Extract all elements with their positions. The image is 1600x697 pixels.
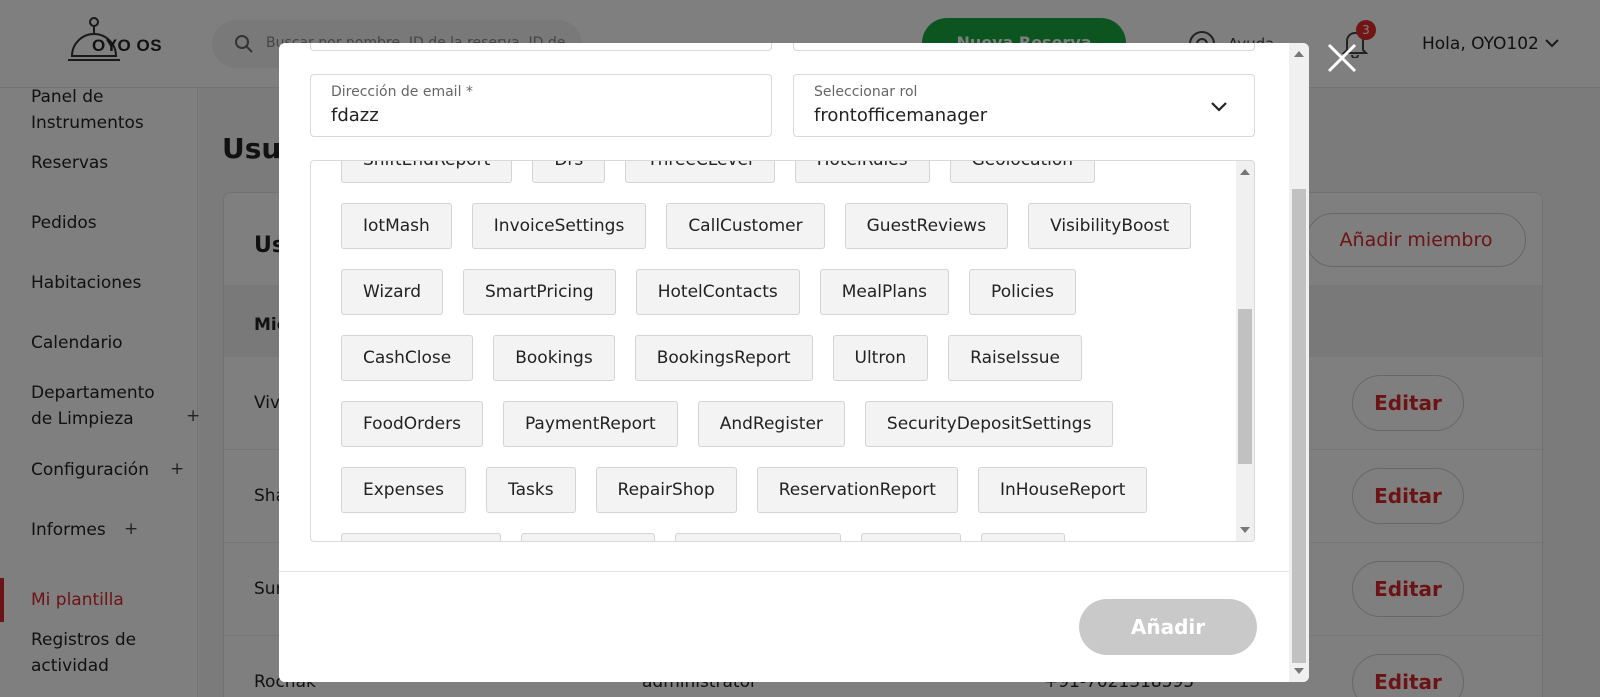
permission-chip[interactable]: ThreeCLevel — [625, 161, 775, 183]
permission-chip[interactable]: Ultron — [832, 335, 929, 381]
permission-chip[interactable]: IotMash — [341, 203, 452, 249]
scroll-down-arrow-icon[interactable] — [1240, 527, 1250, 533]
email-field-value[interactable]: fdazz — [331, 105, 379, 126]
scroll-up-arrow-icon[interactable] — [1294, 51, 1304, 57]
permission-chip[interactable] — [981, 533, 1065, 541]
add-button[interactable]: Añadir — [1079, 599, 1257, 655]
permission-chip[interactable]: Policies — [969, 269, 1076, 315]
permission-chip[interactable]: PaymentReport — [502, 401, 678, 447]
close-icon[interactable] — [1326, 42, 1358, 74]
permission-chip[interactable]: GuestReviews — [844, 203, 1009, 249]
permission-chip[interactable]: ReservationReport — [756, 467, 958, 513]
permission-chip[interactable]: InvoiceSettings — [471, 203, 647, 249]
modal-scrollbar[interactable] — [1289, 43, 1309, 682]
permission-row: Wizard SmartPricing HotelContacts MealPl… — [341, 269, 1076, 315]
permission-row: ShiftEndReport Drs ThreeCLevel HotelRule… — [341, 161, 1096, 183]
permissions-scrollbar[interactable] — [1236, 161, 1254, 541]
permission-chip[interactable]: Tasks — [486, 467, 576, 513]
permission-chip[interactable]: InHouseReport — [977, 467, 1148, 513]
add-member-modal: Dirección de email * fdazz Seleccionar r… — [279, 43, 1309, 682]
role-select-label: Seleccionar rol — [814, 84, 918, 100]
permission-chip[interactable]: SecurityDepositSettings — [864, 401, 1114, 447]
scroll-down-arrow-icon[interactable] — [1294, 668, 1304, 674]
permission-chip[interactable]: CallCustomer — [666, 203, 825, 249]
permission-chip[interactable] — [675, 533, 841, 541]
role-select-value[interactable]: frontofficemanager — [814, 105, 987, 126]
permission-chip[interactable]: Bookings — [493, 335, 615, 381]
permission-chip[interactable]: ShiftEndReport — [341, 161, 513, 183]
permission-row: Expenses Tasks RepairShop ReservationRep… — [341, 467, 1148, 513]
permission-chip[interactable]: Wizard — [341, 269, 443, 315]
email-field-label: Dirección de email * — [331, 84, 473, 100]
permission-row: FoodOrders PaymentReport AndRegister Sec… — [341, 401, 1114, 447]
permission-chip[interactable]: Expenses — [341, 467, 466, 513]
permission-row: CashClose Bookings BookingsReport Ultron… — [341, 335, 1082, 381]
scroll-up-arrow-icon[interactable] — [1240, 169, 1250, 175]
field-above-stub — [793, 43, 1255, 51]
modal-divider — [279, 571, 1289, 572]
permission-chip[interactable]: HotelRules — [794, 161, 930, 183]
permissions-list[interactable]: ShiftEndReport Drs ThreeCLevel HotelRule… — [310, 160, 1255, 542]
permission-chip[interactable]: RepairShop — [595, 467, 737, 513]
permission-row-partial — [341, 533, 1065, 541]
permission-chip[interactable] — [521, 533, 655, 541]
permission-chip[interactable]: FoodOrders — [341, 401, 483, 447]
permission-chip[interactable]: MealPlans — [819, 269, 950, 315]
permission-chip[interactable]: RaiseIssue — [948, 335, 1082, 381]
permission-chip[interactable] — [341, 533, 501, 541]
permissions-scroll-thumb[interactable] — [1238, 309, 1252, 464]
field-above-stub — [310, 43, 772, 51]
permission-chip[interactable]: BookingsReport — [634, 335, 813, 381]
permission-chip[interactable]: CashClose — [341, 335, 474, 381]
role-select[interactable]: Seleccionar rol frontofficemanager — [793, 74, 1255, 137]
permission-chip[interactable]: HotelContacts — [635, 269, 800, 315]
chevron-down-icon[interactable] — [1210, 101, 1228, 113]
permission-chip[interactable]: SmartPricing — [462, 269, 616, 315]
modal-scroll-thumb[interactable] — [1292, 189, 1306, 663]
permission-chip[interactable]: VisibilityBoost — [1028, 203, 1192, 249]
permission-chip[interactable] — [861, 533, 961, 541]
permission-chip[interactable]: Geolocation — [949, 161, 1096, 183]
email-field[interactable]: Dirección de email * fdazz — [310, 74, 772, 137]
permission-chip[interactable]: Drs — [532, 161, 606, 183]
permission-chip[interactable]: AndRegister — [697, 401, 845, 447]
permission-row: IotMash InvoiceSettings CallCustomer Gue… — [341, 203, 1192, 249]
